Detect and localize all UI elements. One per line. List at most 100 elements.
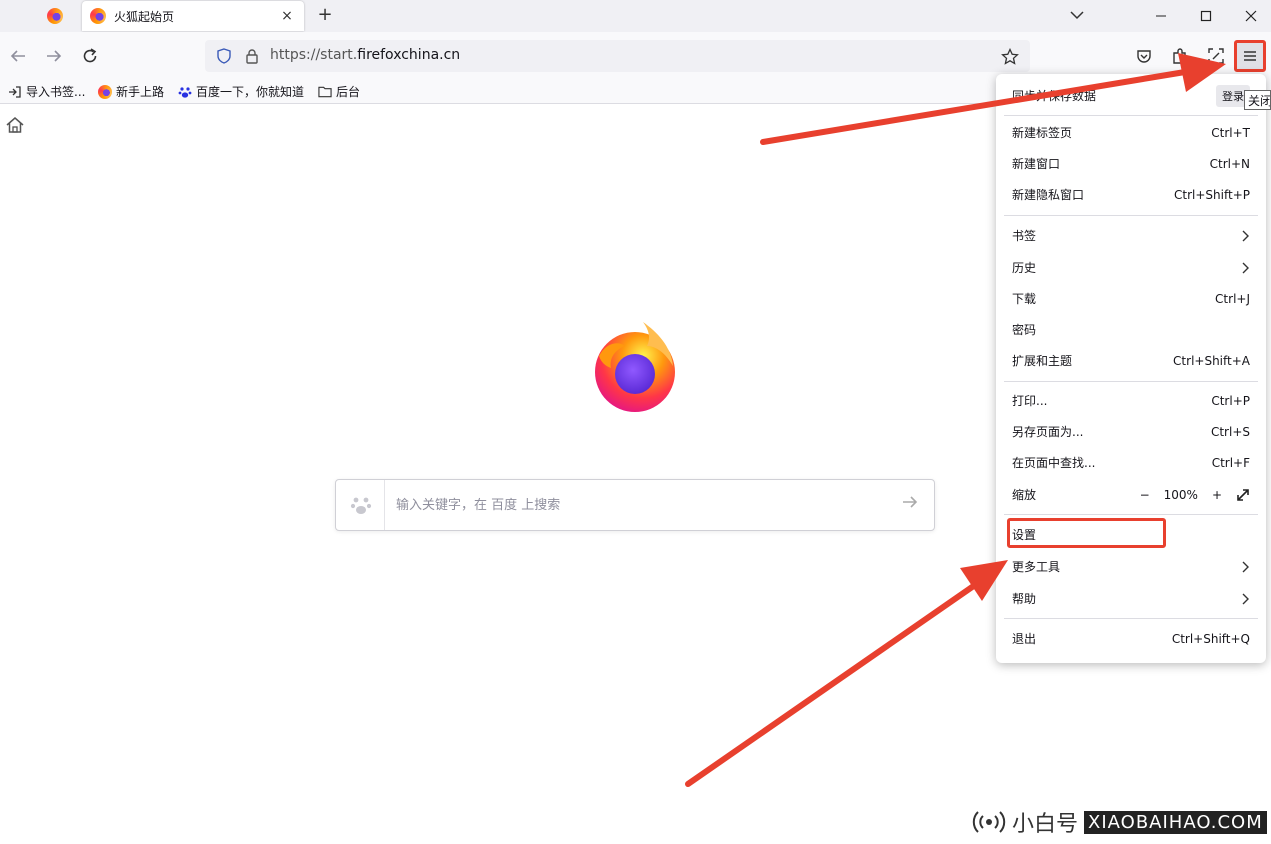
zoom-in-button[interactable]: + (1212, 488, 1222, 502)
chevron-right-icon (1242, 262, 1249, 273)
new-tab-button[interactable]: + (314, 4, 336, 26)
pinned-tab[interactable] (38, 2, 72, 30)
menu-shortcut: Ctrl+S (1210, 424, 1250, 439)
chevron-right-icon (1242, 230, 1249, 241)
zoom-out-button[interactable]: − (1140, 488, 1150, 502)
menu-item-bookmarks[interactable]: 书签 (1004, 220, 1258, 251)
menu-item-label: 退出 (1012, 632, 1037, 646)
menu-item-new-tab[interactable]: 新建标签页 Ctrl+T (1004, 117, 1258, 148)
menu-shortcut: Ctrl+Shift+A (1173, 353, 1250, 368)
extensions-icon[interactable] (1170, 46, 1190, 66)
bookmark-import[interactable]: 导入书签... (8, 83, 85, 100)
menu-item-label: 新建窗口 (1012, 157, 1061, 171)
arrow-right-icon[interactable] (901, 494, 919, 510)
sync-label: 同步并保存数据 (1012, 89, 1097, 103)
menu-separator (1004, 514, 1258, 515)
menu-item-more-tools[interactable]: 更多工具 (1004, 551, 1258, 582)
bookmark-label: 新手上路 (116, 85, 165, 99)
menu-item-find[interactable]: 在页面中查找... Ctrl+F (1004, 447, 1258, 478)
menu-separator (1004, 381, 1258, 382)
open-menu-button[interactable] (1234, 40, 1266, 72)
menu-item-label: 在页面中查找... (1012, 456, 1096, 470)
forward-arrow-icon[interactable] (44, 46, 64, 66)
star-icon[interactable] (1001, 48, 1019, 65)
url-text[interactable]: https://start.firefoxchina.cn (270, 47, 460, 63)
menu-item-label: 历史 (1012, 261, 1037, 275)
signal-icon (972, 811, 1006, 833)
back-arrow-icon[interactable] (8, 46, 28, 66)
menu-separator (1004, 115, 1258, 116)
menu-shortcut: Ctrl+Shift+Q (1171, 631, 1250, 646)
menu-item-print[interactable]: 打印... Ctrl+P (1004, 385, 1258, 416)
close-window-button[interactable] (1228, 0, 1271, 32)
menu-item-passwords[interactable]: 密码 (1004, 314, 1258, 345)
screenshot-icon[interactable] (1206, 46, 1226, 66)
chevron-down-icon[interactable] (1068, 7, 1086, 23)
reload-icon[interactable] (80, 46, 100, 66)
firefox-icon (98, 84, 112, 99)
maximize-button[interactable] (1183, 0, 1229, 32)
hamburger-menu-icon (1244, 51, 1256, 61)
fullscreen-icon[interactable] (1236, 488, 1250, 502)
maximize-icon (1200, 10, 1212, 22)
menu-separator (1004, 215, 1258, 216)
menu-item-addons[interactable]: 扩展和主题 Ctrl+Shift+A (1004, 345, 1258, 376)
navigation-toolbar: https://start.firefoxchina.cn (0, 32, 1271, 80)
home-icon[interactable] (5, 115, 25, 135)
bookmark-baidu[interactable]: 百度一下，你就知道 (178, 83, 304, 100)
pocket-icon[interactable] (1134, 46, 1154, 66)
chevron-right-icon (1242, 593, 1249, 604)
menu-item-label: 缩放 (1012, 488, 1037, 502)
settings-highlight-box (1007, 518, 1166, 548)
address-bar[interactable]: https://start.firefoxchina.cn (205, 40, 1030, 72)
search-divider (384, 480, 385, 530)
menu-shortcut: Ctrl+P (1211, 393, 1250, 408)
menu-item-label: 新建标签页 (1012, 126, 1073, 140)
menu-item-label: 密码 (1012, 323, 1037, 337)
search-input[interactable] (396, 493, 876, 517)
menu-item-quit[interactable]: 退出 Ctrl+Shift+Q (1004, 623, 1258, 654)
bookmark-label: 导入书签... (26, 85, 86, 99)
menu-item-label: 新建隐私窗口 (1012, 188, 1085, 202)
folder-icon (318, 85, 332, 99)
bookmark-label: 后台 (336, 85, 361, 99)
menu-item-label: 下载 (1012, 292, 1037, 306)
menu-shortcut: Ctrl+J (1215, 291, 1250, 306)
tab-firefox-start[interactable]: 火狐起始页 × (82, 1, 304, 31)
menu-item-label: 打印... (1012, 394, 1048, 408)
menu-separator (1004, 618, 1258, 619)
baidu-paw-icon (350, 497, 372, 514)
bookmark-folder-backend[interactable]: 后台 (318, 83, 360, 100)
menu-sync-row[interactable]: 同步并保存数据 登录 (1004, 80, 1258, 111)
menu-item-history[interactable]: 历史 (1004, 252, 1258, 283)
app-menu-panel: 同步并保存数据 登录 新建标签页 Ctrl+T 新建窗口 Ctrl+N 新建隐私… (996, 74, 1266, 663)
menu-shortcut: Ctrl+T (1211, 125, 1250, 140)
menu-shortcut: Ctrl+N (1209, 156, 1250, 171)
zoom-controls: − 100% + (1140, 488, 1250, 502)
menu-item-label: 书签 (1012, 229, 1037, 243)
import-icon (8, 85, 22, 99)
shield-icon[interactable] (217, 48, 231, 64)
firefox-icon (47, 8, 63, 24)
menu-item-label: 帮助 (1012, 592, 1037, 606)
menu-item-help[interactable]: 帮助 (1004, 583, 1258, 614)
menu-item-save-page[interactable]: 另存页面为... Ctrl+S (1004, 416, 1258, 447)
firefox-icon (90, 8, 106, 24)
tooltip-close: 关闭 (1244, 90, 1271, 110)
minimize-button[interactable] (1138, 0, 1184, 32)
menu-item-new-window[interactable]: 新建窗口 Ctrl+N (1004, 148, 1258, 179)
menu-item-zoom: 缩放 − 100% + (1004, 479, 1258, 510)
menu-item-downloads[interactable]: 下载 Ctrl+J (1004, 283, 1258, 314)
chevron-right-icon (1242, 561, 1249, 572)
menu-item-label: 更多工具 (1012, 560, 1061, 574)
watermark-cn: 小白号 (1012, 812, 1079, 837)
bookmark-getting-started[interactable]: 新手上路 (98, 83, 164, 100)
watermark-en: XIAOBAIHAO.COM (1084, 810, 1267, 834)
menu-shortcut: Ctrl+F (1211, 455, 1250, 470)
lock-icon[interactable] (245, 48, 259, 64)
watermark-brand: 小白号 XIAOBAIHAO.COM (972, 806, 1267, 838)
zoom-level[interactable]: 100% (1164, 488, 1198, 502)
tab-close-icon[interactable]: × (278, 8, 296, 24)
minimize-icon (1156, 15, 1166, 17)
menu-item-new-private-window[interactable]: 新建隐私窗口 Ctrl+Shift+P (1004, 179, 1258, 210)
